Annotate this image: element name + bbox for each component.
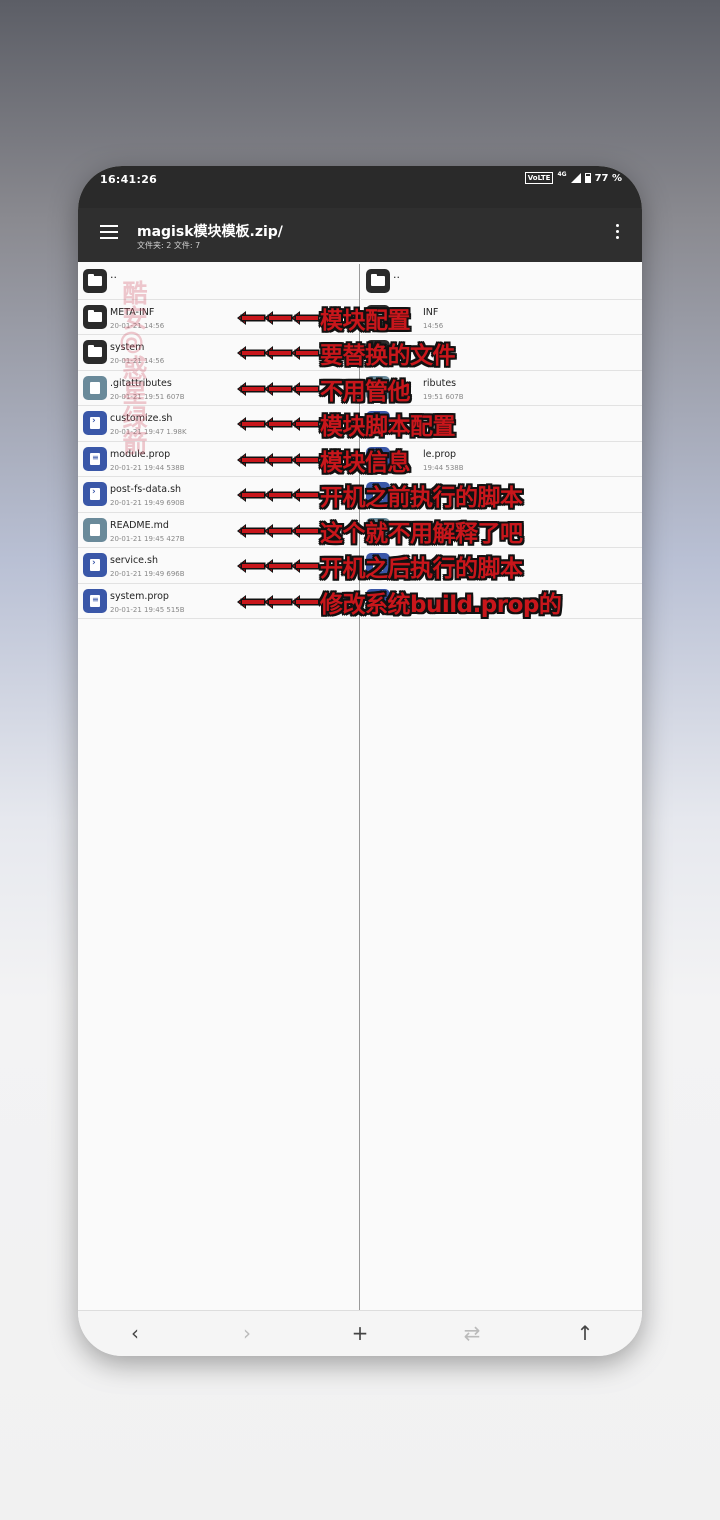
annotation: 模块脚本配置 bbox=[237, 408, 456, 440]
arrow-left-icon bbox=[237, 524, 318, 538]
file-meta: 19:51 607B bbox=[423, 392, 464, 401]
annotation-text: 这个就不用解释了吧 bbox=[320, 521, 523, 547]
arrow-left-icon bbox=[237, 559, 318, 573]
more-options-icon[interactable] bbox=[616, 224, 620, 240]
annotation-text: 开机之前执行的脚本 bbox=[320, 485, 523, 511]
annotation-text: 修改系统build.prop的 bbox=[320, 592, 562, 618]
page-title: magisk模块模板.zip/ bbox=[137, 224, 283, 240]
arrow-left-icon bbox=[237, 417, 318, 431]
add-icon[interactable]: + bbox=[348, 1321, 372, 1345]
annotation: 不用管他 bbox=[237, 373, 411, 405]
annotation-text: 开机之后执行的脚本 bbox=[320, 556, 523, 582]
file-meta: 14:56 bbox=[423, 321, 444, 330]
battery-icon bbox=[584, 173, 591, 183]
file-meta: 19:44 538B bbox=[423, 463, 464, 472]
folder-icon bbox=[83, 304, 107, 329]
annotation: 开机之后执行的脚本 bbox=[237, 550, 523, 582]
status-time: 16:41:26 bbox=[100, 173, 158, 186]
bottom-toolbar: ‹ › + ⇄ ↑ bbox=[78, 1310, 642, 1356]
annotation: 开机之前执行的脚本 bbox=[237, 479, 523, 511]
text-file-icon bbox=[83, 588, 107, 613]
annotation: 模块信息 bbox=[237, 444, 411, 476]
folder-icon bbox=[366, 269, 390, 293]
annotation-text: 模块脚本配置 bbox=[320, 414, 456, 440]
file-name: INF bbox=[423, 306, 439, 318]
annotation: 模块配置 bbox=[237, 302, 411, 334]
file-icon bbox=[83, 517, 107, 542]
folder-icon bbox=[83, 269, 107, 293]
arrow-left-icon bbox=[237, 488, 318, 502]
back-icon[interactable]: ‹ bbox=[123, 1321, 147, 1345]
menu-icon[interactable] bbox=[100, 225, 118, 239]
parent-folder-icon[interactable]: ↑ bbox=[573, 1321, 597, 1345]
script-file-icon bbox=[83, 411, 107, 435]
status-bar: 16:41:26 VoLTE 4G 77 % bbox=[78, 166, 642, 208]
file-icon bbox=[83, 375, 107, 400]
folder-icon bbox=[83, 340, 107, 364]
annotation-text: 要替换的文件 bbox=[320, 343, 456, 369]
arrow-left-icon bbox=[237, 346, 318, 360]
annotation-text: 模块信息 bbox=[320, 450, 411, 476]
app-bar: magisk模块模板.zip/ 文件夹: 2 文件: 7 bbox=[78, 208, 642, 262]
annotation: 这个就不用解释了吧 bbox=[237, 515, 523, 547]
file-name: ributes bbox=[423, 377, 457, 389]
annotation-text: 不用管他 bbox=[320, 379, 411, 405]
arrow-left-icon bbox=[237, 453, 318, 467]
page-subtitle: 文件夹: 2 文件: 7 bbox=[137, 241, 201, 250]
annotation: 要替换的文件 bbox=[237, 337, 456, 369]
battery-level: 77 % bbox=[594, 172, 622, 184]
arrow-left-icon bbox=[237, 311, 318, 325]
volte-icon: VoLTE bbox=[524, 172, 554, 184]
text-file-icon bbox=[83, 446, 107, 471]
file-name: le.prop bbox=[423, 448, 457, 460]
status-icons: VoLTE 4G 77 % bbox=[524, 170, 622, 184]
watermark: 酷安@惑星绿箭 bbox=[119, 280, 148, 455]
arrow-left-icon bbox=[237, 382, 318, 396]
file-name: .. bbox=[393, 268, 400, 281]
script-file-icon bbox=[83, 482, 107, 506]
annotation-text: 模块配置 bbox=[320, 308, 411, 334]
signal-icon bbox=[570, 173, 581, 183]
network-type: 4G bbox=[557, 170, 567, 178]
file-row-up[interactable]: .. bbox=[361, 264, 642, 300]
arrow-left-icon bbox=[237, 595, 318, 609]
swap-panes-icon[interactable]: ⇄ bbox=[460, 1321, 484, 1345]
forward-icon[interactable]: › bbox=[235, 1321, 259, 1345]
script-file-icon bbox=[83, 553, 107, 577]
annotation: 修改系统build.prop的 bbox=[237, 586, 562, 618]
